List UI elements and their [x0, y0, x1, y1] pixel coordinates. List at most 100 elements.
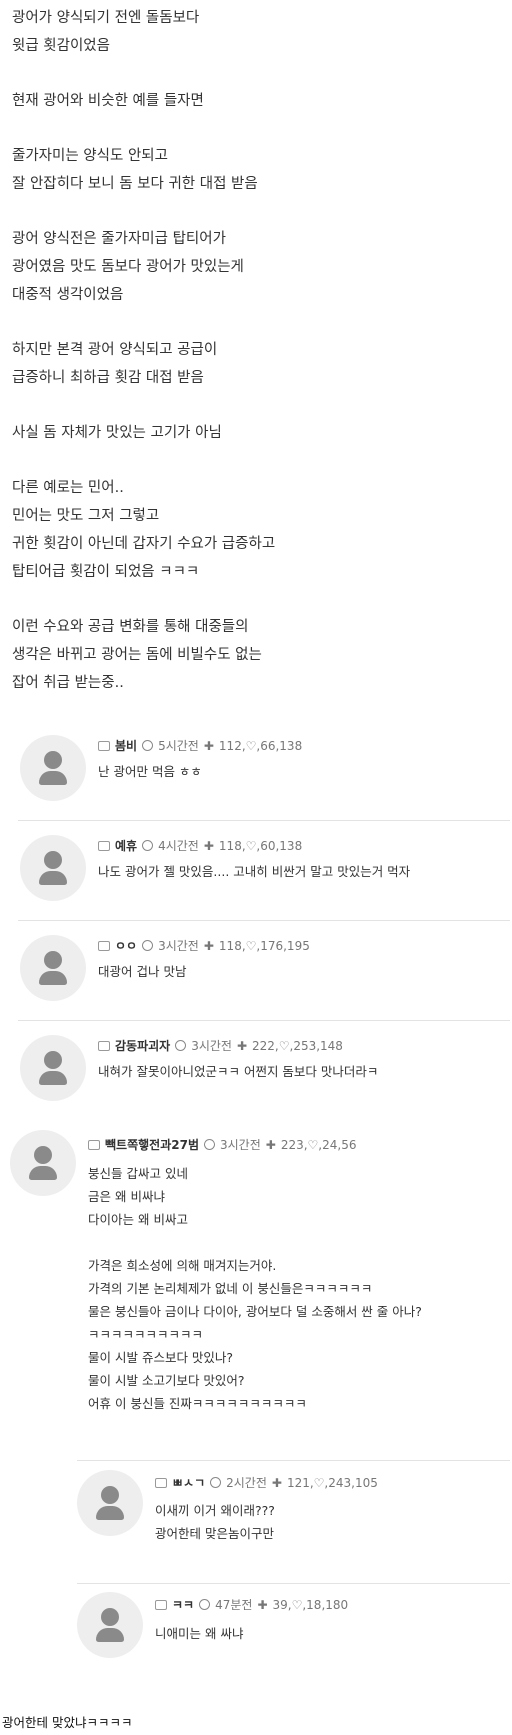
clock-icon: [203, 1139, 215, 1150]
id-card-icon: [98, 940, 110, 951]
comment-meta: 빽트쪽햏전과27범 3시간전 ✚ 223,♡,24,56: [88, 1136, 356, 1153]
comment-meta: ㅃㅅㄱ 2시간전 ✚ 121,♡,243,105: [155, 1474, 378, 1491]
comment-username[interactable]: ㅃㅅㄱ: [172, 1474, 205, 1491]
comment-stats: 112,♡,66,138: [218, 738, 303, 753]
comment-time: 5시간전: [158, 739, 199, 753]
comment-stats: 118,♡,60,138: [218, 838, 303, 853]
comment-username[interactable]: 감동파괴자: [115, 1037, 170, 1054]
post-line: 현재 광어와 비슷한 예를 들자면: [12, 93, 204, 109]
comment-line: 난 광어만 먹음 ㅎㅎ: [98, 764, 202, 779]
comment-username[interactable]: 예휴: [115, 837, 137, 854]
comment-line: [88, 1231, 422, 1254]
comment-time: 4시간전: [158, 839, 199, 853]
comment-stats: 121,♡,243,105: [286, 1475, 378, 1490]
comment-line: 가격은 희소성에 의해 매겨지는거야.: [88, 1258, 277, 1273]
clock-icon: [199, 1599, 211, 1610]
pin-icon: ✚: [265, 1137, 276, 1152]
avatar[interactable]: [10, 1130, 76, 1196]
id-card-icon: [98, 840, 110, 851]
post-line: 탑티어급 횟감이 되었음 ㅋㅋㅋ: [12, 564, 200, 580]
post-line: 생각은 바뀌고 광어는 돔에 비빌수도 없는: [12, 647, 262, 663]
post-body: 광어가 양식되기 전엔 돌돔보다 윗급 횟감이었음 현재 광어와 비슷한 예를 …: [12, 4, 502, 697]
comment-stats: 118,♡,176,195: [218, 938, 310, 953]
comment-line: 내혀가 잘못이아니었군ㅋㅋ 어쩐지 돔보다 맛나더라ㅋ: [98, 1064, 379, 1079]
post-paragraph: 광어가 양식되기 전엔 돌돔보다 윗급 횟감이었음: [12, 4, 502, 60]
comment-line: 대광어 겁나 맛남: [98, 964, 187, 979]
comment-meta: 봄비 5시간전 ✚ 112,♡,66,138: [98, 737, 302, 754]
comment-username[interactable]: 빽트쪽햏전과27범: [105, 1136, 199, 1153]
post-paragraph: 광어 양식전은 줄가자미급 탑티어가 광어였음 맛도 돔보다 광어가 맛있는게 …: [12, 225, 502, 309]
post-line: 하지만 본격 광어 양식되고 공급이: [12, 342, 218, 358]
comment-username[interactable]: ㅋㅋ: [172, 1596, 194, 1613]
clock-icon: [210, 1477, 222, 1488]
avatar[interactable]: [20, 835, 86, 901]
comment-line: 다이아는 왜 비싸고: [88, 1212, 188, 1227]
clock-icon: [142, 740, 154, 751]
comment-text: 이새끼 이거 왜이래??? 광어한테 맞은놈이구만: [155, 1499, 275, 1545]
comment-line: 광어한테 맞은놈이구만: [155, 1526, 274, 1541]
avatar[interactable]: [20, 735, 86, 801]
post-line: 잘 안잡히다 보니 돔 보다 귀한 대접 받음: [12, 176, 258, 192]
id-card-icon: [98, 740, 110, 751]
comment-stats: 223,♡,24,56: [280, 1137, 357, 1152]
comment-username[interactable]: ㅇㅇ: [115, 937, 137, 954]
comment-text: 나도 광어가 젤 맛있음.... 고내히 비싼거 말고 맛있는거 먹자: [98, 860, 410, 883]
post-line: 귀한 횟감이 아닌데 갑자기 수요가 급증하고: [12, 536, 276, 552]
pin-icon: ✚: [257, 1597, 268, 1612]
comment-line: 어휴 이 붕신들 진짜ㅋㅋㅋㅋㅋㅋㅋㅋㅋㅋ: [88, 1396, 307, 1411]
post-paragraph: 이런 수요와 공급 변화를 통해 대중들의 생각은 바뀌고 광어는 돔에 비빌수…: [12, 613, 502, 697]
comment-line: 금은 왜 비싸냐: [88, 1189, 165, 1204]
post-line: 다른 예로는 민어..: [12, 480, 124, 496]
comment-username[interactable]: 봄비: [115, 737, 137, 754]
comment-time: 3시간전: [191, 1039, 232, 1053]
pin-icon: ✚: [203, 938, 214, 953]
comment-line: 나도 광어가 젤 맛있음.... 고내히 비싼거 말고 맛있는거 먹자: [98, 864, 411, 879]
comment-time: 3시간전: [219, 1138, 261, 1152]
comment-divider: [18, 820, 510, 821]
post-paragraph: 사실 돔 자체가 맛있는 고기가 아님: [12, 419, 502, 447]
post-line: 잡어 취급 받는중..: [12, 675, 124, 691]
post-line: 줄가자미는 양식도 안되고: [12, 148, 168, 164]
comment-line: ㅋㅋㅋㅋㅋㅋㅋㅋㅋㅋ: [88, 1327, 204, 1342]
comment-time: 2시간전: [226, 1476, 267, 1490]
post-line: 광어였음 맛도 돔보다 광어가 맛있는게: [12, 259, 244, 275]
avatar[interactable]: [77, 1592, 143, 1658]
post-paragraph: 줄가자미는 양식도 안되고 잘 안잡히다 보니 돔 보다 귀한 대접 받음: [12, 142, 502, 198]
post-line: 광어 양식전은 줄가자미급 탑티어가: [12, 231, 226, 247]
avatar[interactable]: [20, 935, 86, 1001]
id-card-icon: [98, 1040, 110, 1051]
pin-icon: ✚: [203, 838, 214, 853]
comment-line: 물이 시발 소고기보다 맛있어?: [88, 1373, 245, 1388]
post-line: 사실 돔 자체가 맛있는 고기가 아님: [12, 425, 222, 441]
comment-text: 니애미는 왜 싸냐: [155, 1622, 243, 1645]
post-line: 대중적 생각이었음: [12, 287, 124, 303]
comment-divider: [18, 1020, 510, 1021]
comment-line: 가격의 기본 논리체제가 없네 이 붕신들은ㅋㅋㅋㅋㅋㅋ: [88, 1281, 373, 1296]
comment-meta: 예휴 4시간전 ✚ 118,♡,60,138: [98, 837, 302, 854]
post-line: 급증하니 최하급 횟감 대접 받음: [12, 370, 204, 386]
clock-icon: [142, 940, 154, 951]
comment-text: 대광어 겁나 맛남: [98, 960, 186, 983]
post-line: 이런 수요와 공급 변화를 통해 대중들의: [12, 619, 249, 635]
comment-text: 붕신들 갑싸고 있네 금은 왜 비싸냐 다이아는 왜 비싸고 가격은 희소성에 …: [88, 1162, 422, 1415]
comment-divider: [18, 920, 510, 921]
pin-icon: ✚: [271, 1475, 282, 1490]
comment-line: 물이 시발 쥬스보다 맛있나?: [88, 1350, 234, 1365]
post-line: 광어가 양식되기 전엔 돌돔보다: [12, 10, 200, 26]
avatar[interactable]: [77, 1470, 143, 1536]
comment-text: 난 광어만 먹음 ㅎㅎ: [98, 760, 202, 783]
post-line: 민어는 맛도 그저 그렇고: [12, 508, 160, 524]
comment-line: 물은 붕신들아 금이나 다이아, 광어보다 덜 소중해서 싼 줄 아나?: [88, 1304, 422, 1319]
caption-text: 광어한테 맞았냐ㅋㅋㅋㅋ: [2, 1715, 133, 1730]
post-line: 윗급 횟감이었음: [12, 38, 110, 54]
comment-time: 3시간전: [158, 939, 199, 953]
pin-icon: ✚: [236, 1038, 248, 1053]
pin-icon: ✚: [203, 738, 214, 753]
comment-text: 내혀가 잘못이아니었군ㅋㅋ 어쩐지 돔보다 맛나더라ㅋ: [98, 1060, 378, 1083]
id-card-icon: [155, 1477, 167, 1488]
comment-stats: 222,♡,253,148: [252, 1038, 343, 1053]
comment-meta: ㅇㅇ 3시간전 ✚ 118,♡,176,195: [98, 937, 310, 954]
post-paragraph: 다른 예로는 민어.. 민어는 맛도 그저 그렇고 귀한 횟감이 아닌데 갑자기…: [12, 474, 502, 586]
comment-line: 붕신들 갑싸고 있네: [88, 1166, 188, 1181]
avatar[interactable]: [20, 1035, 86, 1101]
